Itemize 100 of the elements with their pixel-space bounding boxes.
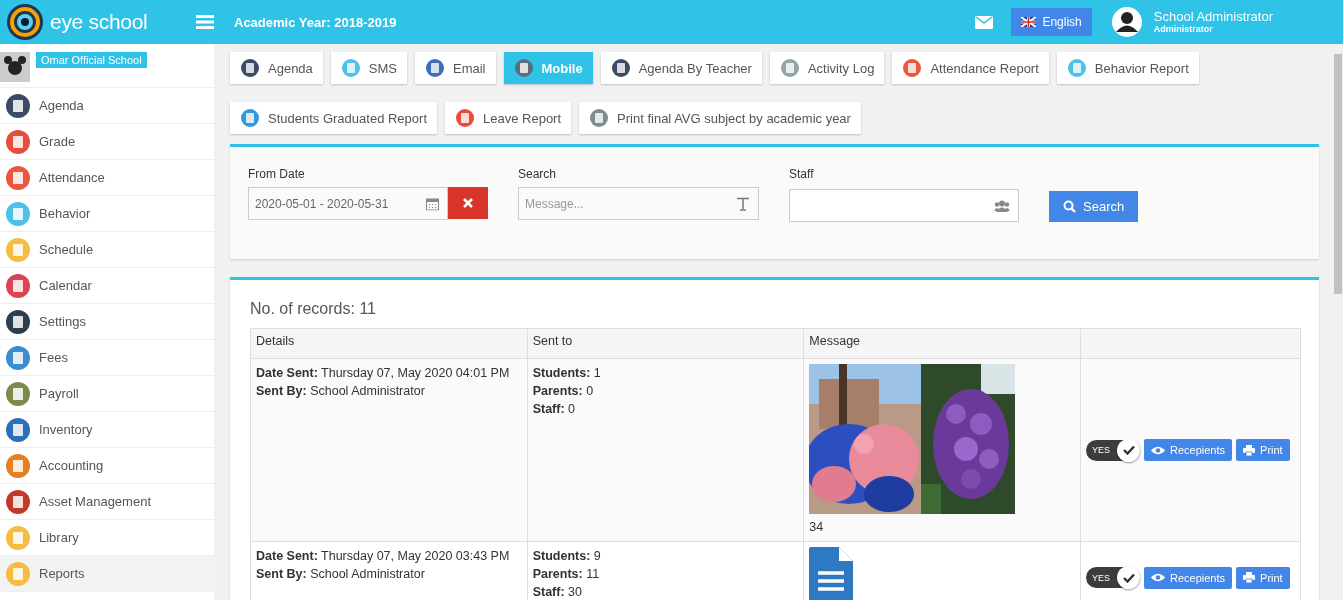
toggle-switch[interactable]: YES [1086,439,1140,461]
tab[interactable]: SMS [330,52,407,84]
sidebar-item[interactable]: Calendar [0,268,214,304]
records-count: No. of records: 11 [250,300,377,318]
calendar-icon [426,197,439,210]
tab-icon [513,58,534,78]
menu-item-icon [5,272,31,299]
menu-item-icon [5,308,31,335]
users-icon [994,199,1010,212]
menu-item-icon [5,380,31,407]
tab-icon [340,58,361,78]
tab[interactable]: Behavior Report [1056,52,1199,84]
sidebar-item[interactable]: Schedule [0,232,214,268]
academic-year: Academic Year: 2018-2019 [234,14,397,30]
tab-icon [240,58,260,78]
menu-item-icon [5,164,31,191]
user-role: Administrator [1153,24,1214,36]
print-button[interactable]: Print [1236,439,1290,461]
tab-icon [610,58,631,78]
text-icon [736,196,750,211]
search-field[interactable]: Message... [518,187,759,220]
column-header: Sent to [527,328,804,359]
tab[interactable]: Attendance Report [892,52,1049,84]
field-label: Staff [789,167,815,181]
eye-icon [1151,573,1165,582]
parents-count: Parents: 0 [532,383,595,400]
school-badge: Omar Official School [36,52,147,68]
sidebar-item[interactable]: Behavior [0,196,214,232]
field-label: Search [518,167,558,181]
field-label: From Date [248,167,306,181]
print-icon [1243,444,1256,456]
tab-icon [589,108,610,128]
menu-item-icon [5,236,31,263]
sidebar-item[interactable]: Inventory [0,412,214,448]
date-range-field[interactable]: 2020-05-01 - 2020-05-31 [248,187,448,220]
sidebar-item[interactable]: Payroll [0,376,214,412]
search-icon [1063,200,1076,213]
recipients-button[interactable]: Recepients [1144,566,1233,589]
menu-item-icon [5,92,31,119]
tab[interactable]: Activity Log [769,52,885,84]
print-button[interactable]: Print [1236,566,1290,589]
clear-button[interactable] [448,187,488,219]
sidebar-item[interactable]: Fees [0,340,214,376]
check-icon [1122,445,1135,455]
staff-count: Staff: 0 [532,401,577,418]
column-header: Message [803,328,1081,359]
tab[interactable]: Email [415,52,496,84]
students-count: Students: 1 [532,365,602,382]
toggle-switch[interactable]: YES [1086,567,1140,588]
students-count: Students: 9 [532,548,602,565]
column-header: Details [250,328,528,359]
mail-icon[interactable] [975,15,994,29]
parents-count: Parents: 11 [532,566,601,583]
message-text: 34 [809,519,825,536]
tab-icon [902,58,923,78]
tab-icon [455,108,475,128]
date-sent: Date Sent: Thursday 07, May 2020 04:01 PM [256,365,511,382]
menu-item-icon [5,488,31,515]
menu-item-icon [5,128,31,155]
tab[interactable]: Students Graduated Report [230,102,437,134]
menu-item-icon [5,524,31,551]
tab[interactable]: Agenda [230,52,323,84]
sidebar-item[interactable]: Agenda [0,88,214,124]
sidebar-item[interactable]: Accounting [0,448,214,484]
sidebar-item[interactable]: Reports [0,556,214,592]
staff-field[interactable] [789,189,1019,222]
date-sent: Date Sent: Thursday 07, May 2020 03:43 PM [256,548,511,565]
user-name: School Administrator [1153,8,1273,25]
staff-count: Staff: 30 [532,584,583,600]
sidebar-item[interactable]: Asset Management [0,484,214,520]
menu-item-icon [5,200,31,227]
eye-logo-icon [6,3,44,41]
language-button[interactable]: English [1011,8,1092,36]
tab-icon [425,58,445,78]
recipients-button[interactable]: Recepients [1144,439,1233,461]
menu-icon[interactable] [196,15,214,29]
tab-icon [240,108,260,128]
menu-item-icon [5,452,31,479]
tab[interactable]: Agenda By Teacher [600,52,762,84]
menu-item-icon [5,416,31,443]
flag-icon [1021,17,1037,27]
tab-icon [779,58,800,78]
menu-item-icon [5,344,31,371]
sidebar-item[interactable]: Grade [0,124,214,160]
menu-item-icon [5,560,31,587]
sidebar-item[interactable]: Attendance [0,160,214,196]
sent-by: Sent By: School Administrator [256,566,426,583]
sidebar-item[interactable]: Settings [0,304,214,340]
sent-by: Sent By: School Administrator [256,383,426,400]
check-icon [1122,572,1135,583]
print-icon [1243,572,1256,583]
school-avatar-icon [0,52,30,82]
eye-icon [1151,445,1165,455]
tab[interactable]: Leave Report [445,102,572,134]
avatar-icon[interactable] [1111,7,1142,37]
close-icon [463,198,473,208]
search-button[interactable]: Search [1049,191,1139,222]
tab[interactable]: Print final AVG subject by academic year [579,102,861,134]
brand-name: eye school [50,10,148,34]
tab-icon [1066,58,1087,78]
